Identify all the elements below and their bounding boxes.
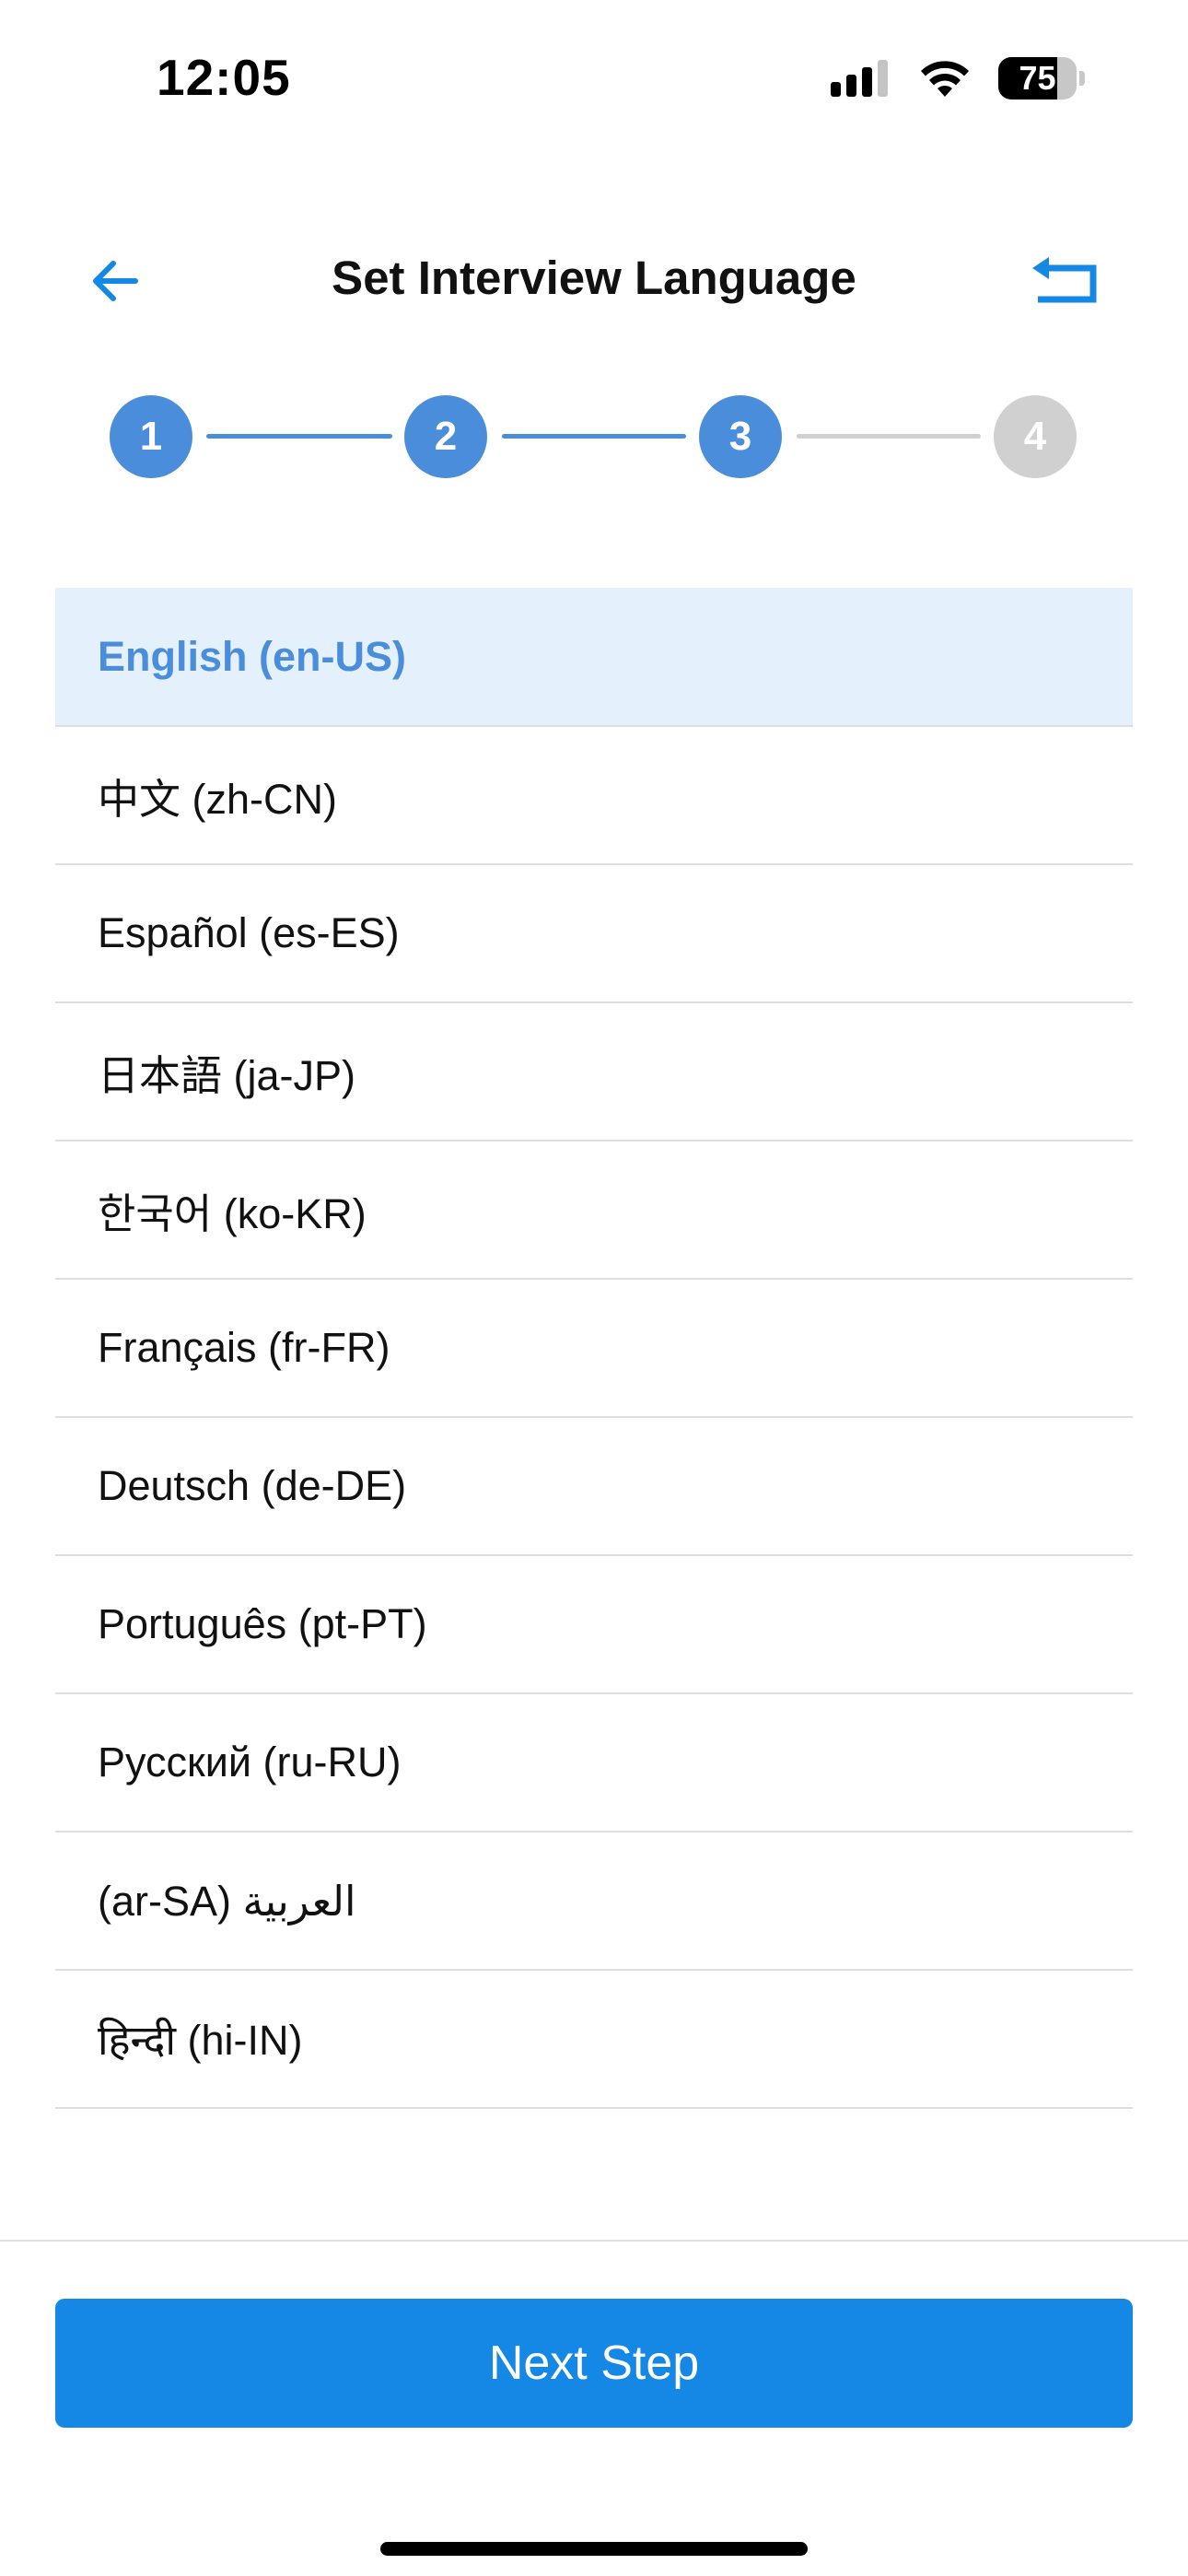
language-option-de-de[interactable]: Deutsch (de-DE) [55,1418,1133,1556]
language-option-en-us[interactable]: English (en-US) [55,588,1133,727]
progress-stepper: 1 2 3 4 [0,0,1188,516]
language-option-pt-pt[interactable]: Português (pt-PT) [55,1556,1133,1694]
step-3-indicator: 3 [699,395,782,478]
language-label: Português (pt-PT) [98,1600,427,1647]
language-list: English (en-US) 中文 (zh-CN) Español (es-E… [55,588,1133,2109]
footer-divider [0,2240,1188,2242]
next-step-button[interactable]: Next Step [55,2299,1133,2428]
step-connector [502,434,686,439]
step-1-indicator: 1 [110,395,192,478]
language-label: Deutsch (de-DE) [98,1462,407,1509]
language-option-es-es[interactable]: Español (es-ES) [55,865,1133,1003]
language-label: 한국어 (ko-KR) [98,1189,367,1237]
language-label: Русский (ru-RU) [98,1739,402,1786]
language-label: English (en-US) [98,632,406,680]
language-label: العربية (ar-SA) [98,1877,356,1925]
language-label: Français (fr-FR) [98,1324,390,1371]
language-option-fr-fr[interactable]: Français (fr-FR) [55,1280,1133,1418]
step-connector [206,434,392,439]
language-label: 中文 (zh-CN) [98,775,337,823]
language-option-ru-ru[interactable]: Русский (ru-RU) [55,1694,1133,1832]
language-option-ko-kr[interactable]: 한국어 (ko-KR) [55,1142,1133,1280]
language-label: हिन्दी (hi-IN) [98,2016,303,2064]
step-4-indicator: 4 [994,395,1077,478]
screen: 12:05 75 Set Interview Language 1 2 3 4 … [0,0,1188,2576]
step-2-indicator: 2 [404,395,487,478]
language-label: Español (es-ES) [98,909,400,956]
home-indicator[interactable] [380,2542,808,2556]
step-connector [797,434,981,439]
language-option-ja-jp[interactable]: 日本語 (ja-JP) [55,1003,1133,1142]
language-option-ar-sa[interactable]: العربية (ar-SA) [55,1832,1133,1971]
language-option-zh-cn[interactable]: 中文 (zh-CN) [55,727,1133,865]
language-label: 日本語 (ja-JP) [98,1051,355,1099]
language-option-hi-in[interactable]: हिन्दी (hi-IN) [55,1971,1133,2109]
